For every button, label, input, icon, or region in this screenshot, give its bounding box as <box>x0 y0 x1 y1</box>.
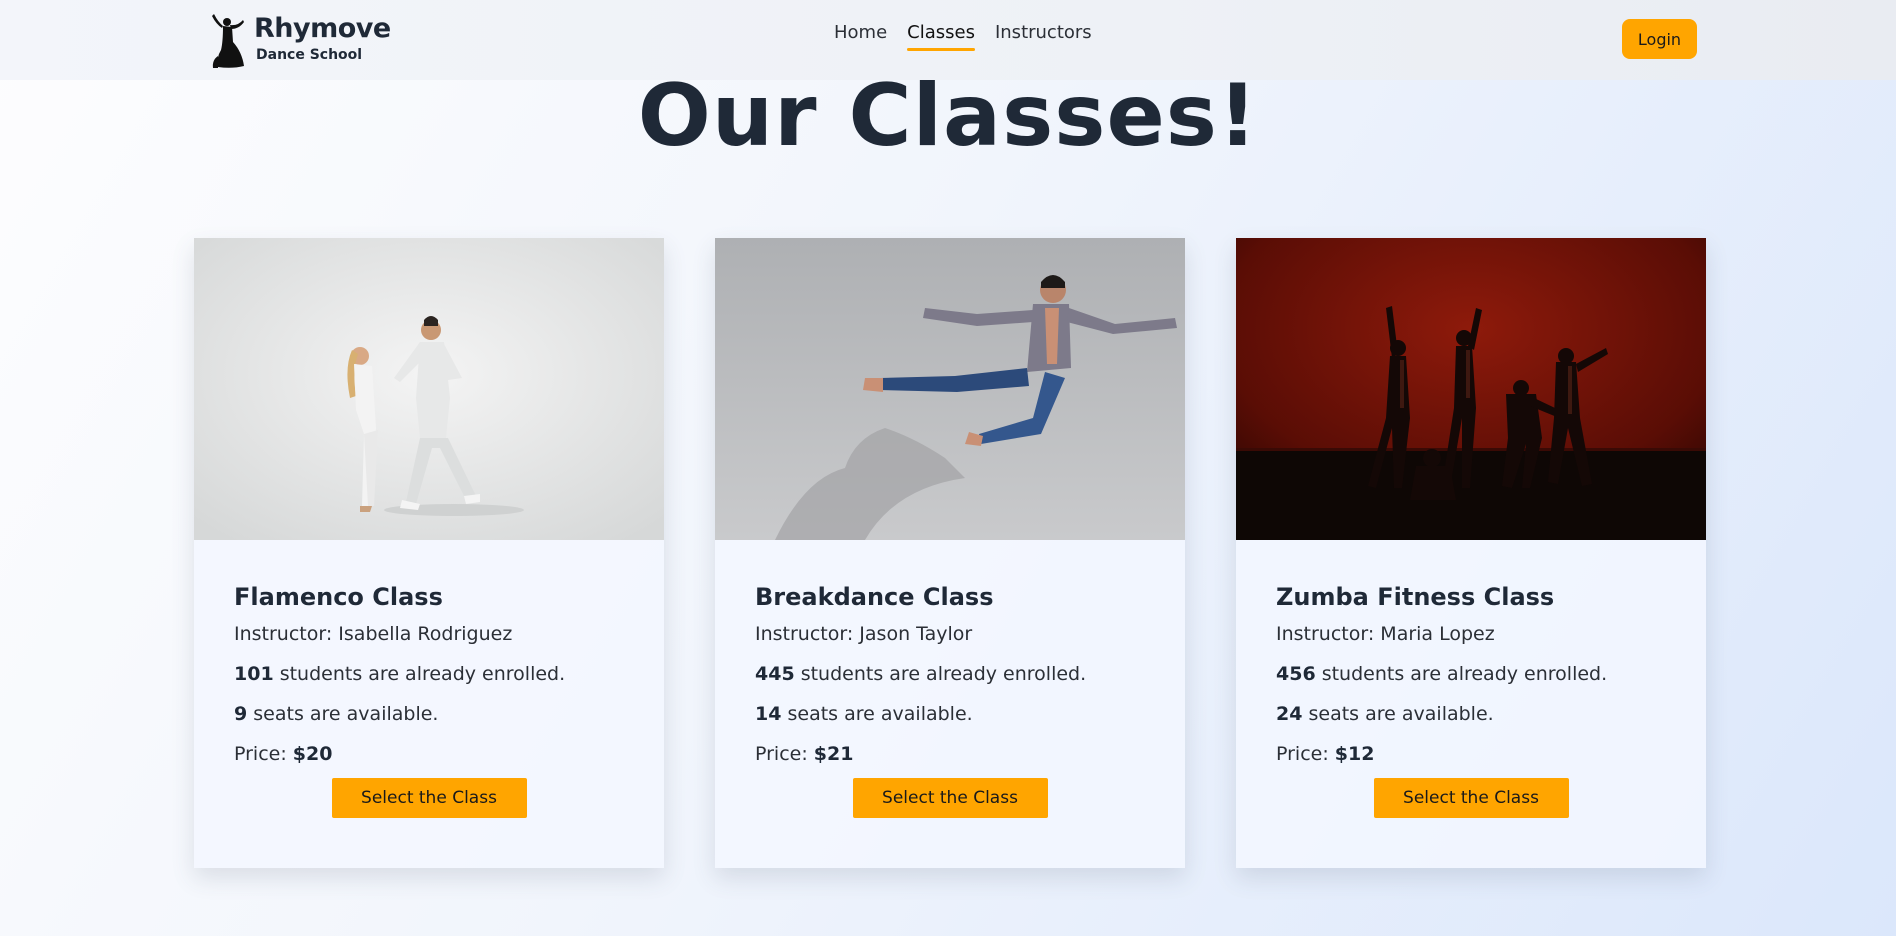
price-line: Price: $21 <box>755 742 1145 766</box>
select-class-button[interactable]: Select the Class <box>331 778 527 818</box>
enrolled-text: students are already enrolled. <box>794 663 1087 685</box>
jumping-dancer-image <box>715 238 1185 540</box>
page-title: Our Classes! <box>637 66 1259 166</box>
enrolled-count: 445 <box>755 663 795 685</box>
seats-count: 9 <box>234 703 248 725</box>
dancer-silhouette-icon <box>212 14 244 68</box>
class-name: Flamenco Class <box>234 583 443 611</box>
seats-line: 9 seats are available. <box>234 702 624 726</box>
seats-count: 14 <box>755 703 782 725</box>
instructor-label: Instructor: <box>1276 623 1381 645</box>
instructor-name: Maria Lopez <box>1380 623 1495 645</box>
instructor-line: Instructor: Jason Taylor <box>755 622 1145 646</box>
class-card: Flamenco Class Instructor: Isabella Rodr… <box>194 238 664 868</box>
class-card: Breakdance Class Instructor: Jason Taylo… <box>715 238 1185 868</box>
enrolled-count: 456 <box>1276 663 1316 685</box>
enrollment-line: 456 students are already enrolled. <box>1276 662 1666 686</box>
dancing-couple-image <box>194 238 664 540</box>
seats-count: 24 <box>1276 703 1303 725</box>
nav-instructors-link[interactable]: Instructors <box>995 22 1092 49</box>
price-value: $12 <box>1334 743 1375 765</box>
login-button[interactable]: Login <box>1622 19 1697 59</box>
main-nav: Home Classes Instructors <box>834 22 1112 51</box>
brand-tagline: Dance School <box>256 47 363 63</box>
seats-text: seats are available. <box>781 703 973 725</box>
price-label: Price: <box>234 743 293 765</box>
brand-name: Rhymove <box>254 13 391 44</box>
instructor-line: Instructor: Isabella Rodriguez <box>234 622 624 646</box>
top-navbar: Rhymove Dance School Home Classes Instru… <box>0 0 1896 80</box>
class-card: Zumba Fitness Class Instructor: Maria Lo… <box>1236 238 1706 868</box>
price-line: Price: $20 <box>234 742 624 766</box>
instructor-label: Instructor: <box>755 623 860 645</box>
enrolled-count: 101 <box>234 663 274 685</box>
enrolled-text: students are already enrolled. <box>1315 663 1608 685</box>
nav-classes-link[interactable]: Classes <box>907 22 975 51</box>
select-class-button[interactable]: Select the Class <box>1373 778 1569 818</box>
price-label: Price: <box>755 743 814 765</box>
price-label: Price: <box>1276 743 1335 765</box>
seats-line: 24 seats are available. <box>1276 702 1666 726</box>
price-value: $20 <box>292 743 333 765</box>
seats-text: seats are available. <box>247 703 439 725</box>
instructor-name: Isabella Rodriguez <box>338 623 513 645</box>
enrollment-line: 101 students are already enrolled. <box>234 662 624 686</box>
enrolled-text: students are already enrolled. <box>273 663 566 685</box>
seats-text: seats are available. <box>1302 703 1494 725</box>
stage-group-dance-image <box>1236 238 1706 540</box>
instructor-line: Instructor: Maria Lopez <box>1276 622 1666 646</box>
enrollment-line: 445 students are already enrolled. <box>755 662 1145 686</box>
instructor-label: Instructor: <box>234 623 339 645</box>
class-name: Breakdance Class <box>755 583 994 611</box>
brand-logo[interactable]: Rhymove Dance School <box>210 12 391 70</box>
nav-home-link[interactable]: Home <box>834 22 887 49</box>
price-line: Price: $12 <box>1276 742 1666 766</box>
price-value: $21 <box>813 743 854 765</box>
select-class-button[interactable]: Select the Class <box>852 778 1048 818</box>
seats-line: 14 seats are available. <box>755 702 1145 726</box>
class-name: Zumba Fitness Class <box>1276 583 1555 611</box>
class-cards: Flamenco Class Instructor: Isabella Rodr… <box>194 238 1706 868</box>
instructor-name: Jason Taylor <box>859 623 973 645</box>
